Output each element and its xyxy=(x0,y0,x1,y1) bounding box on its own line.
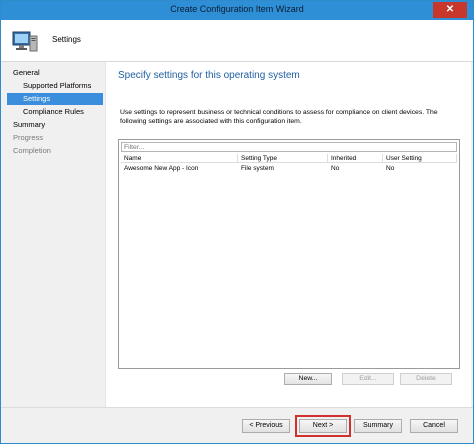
title-bar[interactable]: Create Configuration Item Wizard ✕ xyxy=(1,1,473,20)
previous-button[interactable]: < Previous xyxy=(242,419,290,433)
delete-button: Delete xyxy=(400,373,452,385)
table-row[interactable]: Awesome New App - Icon File system No No xyxy=(121,164,457,174)
page-title: Specify settings for this operating syst… xyxy=(118,70,300,81)
window-title: Create Configuration Item Wizard xyxy=(170,4,304,14)
cell-setting-type: File system xyxy=(241,165,274,172)
close-button[interactable]: ✕ xyxy=(433,2,467,18)
column-header-inherited[interactable]: Inherited xyxy=(328,154,383,162)
nav-item-compliance-rules[interactable]: Compliance Rules xyxy=(1,106,105,118)
wizard-nav: General Supported Platforms Settings Com… xyxy=(1,62,105,407)
nav-item-general[interactable]: General xyxy=(1,67,105,79)
wizard-window: Create Configuration Item Wizard ✕ Setti… xyxy=(0,0,474,444)
page-description: Use settings to represent business or te… xyxy=(120,109,438,125)
wizard-footer: < Previous Next > Summary Cancel xyxy=(1,407,473,443)
next-button[interactable]: Next > xyxy=(299,419,347,433)
column-header-user-setting[interactable]: User Setting xyxy=(383,154,457,162)
page-header: Settings xyxy=(1,20,473,62)
cell-name: Awesome New App - Icon xyxy=(124,165,199,172)
header-title: Settings xyxy=(52,35,81,44)
grid-header: Name Setting Type Inherited User Setting xyxy=(121,154,457,163)
nav-item-summary[interactable]: Summary xyxy=(1,119,105,131)
edit-button: Edit... xyxy=(342,373,394,385)
computer-settings-icon xyxy=(12,31,38,52)
content-panel: Specify settings for this operating syst… xyxy=(105,62,471,407)
cell-inherited: No xyxy=(331,165,340,172)
cancel-button[interactable]: Cancel xyxy=(410,419,458,433)
nav-item-completion: Completion xyxy=(13,146,51,155)
cell-user-setting: No xyxy=(386,165,395,172)
settings-grid[interactable]: Name Setting Type Inherited User Setting… xyxy=(118,139,460,369)
filter-input[interactable] xyxy=(121,142,457,152)
column-header-name[interactable]: Name xyxy=(121,154,238,162)
column-header-setting-type[interactable]: Setting Type xyxy=(238,154,328,162)
nav-item-settings[interactable]: Settings xyxy=(7,93,103,105)
summary-button[interactable]: Summary xyxy=(354,419,402,433)
nav-item-supported-platforms[interactable]: Supported Platforms xyxy=(1,80,105,92)
new-button[interactable]: New... xyxy=(284,373,332,385)
nav-item-progress: Progress xyxy=(13,133,44,142)
